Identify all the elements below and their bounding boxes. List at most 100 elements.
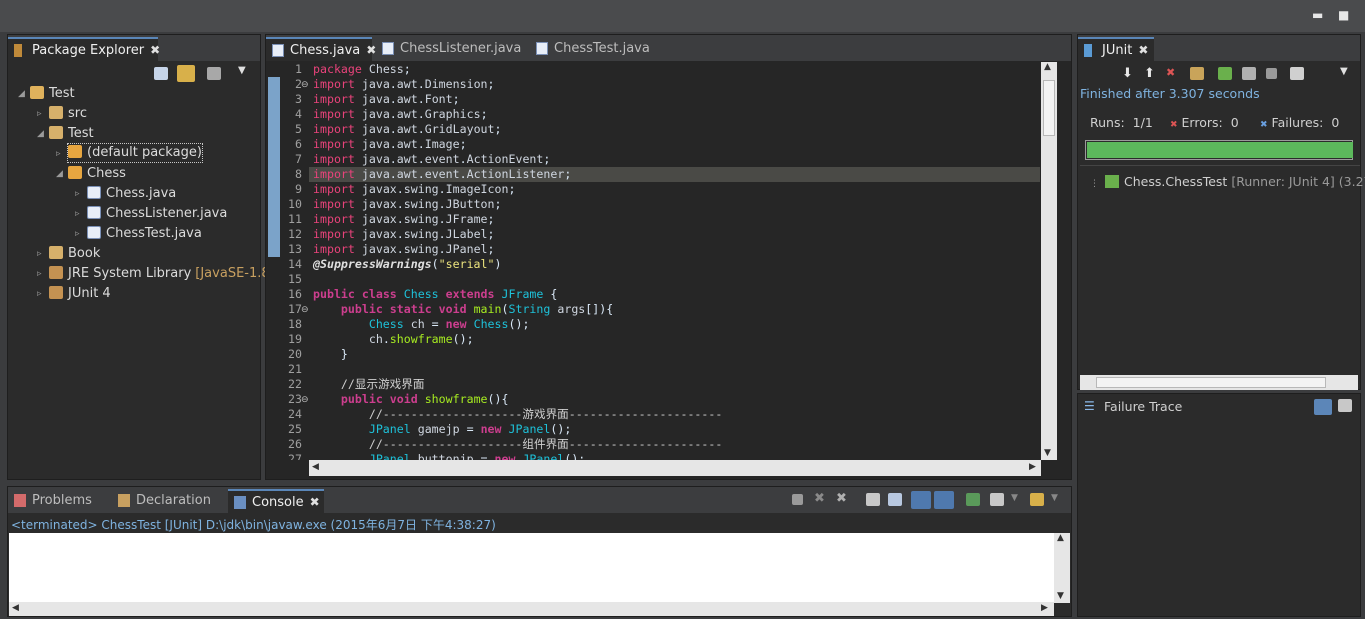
rerun-failed-first-icon[interactable] [1242,67,1256,80]
junit-horizontal-scrollbar[interactable] [1080,375,1358,390]
scroll-left-icon[interactable]: ◀ [12,603,19,613]
open-console-icon[interactable] [1030,493,1044,506]
tree-item[interactable]: JUnit 4 [49,284,111,304]
scroll-lock-icon[interactable] [888,493,902,506]
line-number: 17 [288,302,302,316]
remove-all-terminated-icon[interactable]: ✖ [836,491,847,506]
minimize-icon[interactable]: ▬ [1312,8,1323,22]
editor-horizontal-scrollbar[interactable]: ◀ ▶ [309,460,1041,476]
tree-item[interactable]: src [49,104,87,124]
tree-expand-icon[interactable]: ▹ [75,189,80,199]
close-icon[interactable]: ✖ [310,495,320,509]
next-failure-icon[interactable]: ⬇ [1122,66,1133,81]
remove-launch-icon[interactable]: ✖ [814,491,825,506]
tree-item[interactable]: ChessTest.java [87,224,202,244]
scrollbar-thumb[interactable] [1043,80,1055,136]
scroll-up-icon[interactable]: ▲ [1044,62,1051,72]
link-editor-icon[interactable] [177,65,195,82]
pin-console-icon[interactable] [966,493,980,506]
scroll-right-icon[interactable]: ▶ [1041,603,1048,613]
fold-collapse-icon[interactable]: ⊖ [301,305,309,315]
tab-console[interactable]: Console ✖ [228,489,324,513]
package-icon [68,166,82,179]
close-icon[interactable]: ✖ [1138,43,1148,57]
tree-expand-icon[interactable]: ▹ [75,229,80,239]
scroll-down-icon[interactable]: ▼ [1057,591,1064,601]
compare-results-icon[interactable] [1338,399,1352,412]
tab-chesstest-java[interactable]: ChessTest.java [530,37,660,61]
tree-item[interactable]: Test [30,84,75,104]
tree-expand-icon[interactable]: ◢ [56,169,63,179]
test-run-history-icon[interactable] [1290,67,1304,80]
tab-package-explorer[interactable]: Package Explorer ✖ [8,37,160,61]
previous-failure-icon[interactable]: ⬆ [1144,66,1155,81]
rerun-test-icon[interactable] [1218,67,1232,80]
line-number: 7 [295,152,302,166]
code-text: package Chess; import java.awt.Dimension… [313,62,723,460]
tab-junit[interactable]: JUnit ✖ [1078,37,1154,61]
tree-item[interactable]: Book [49,244,100,264]
close-icon[interactable]: ✖ [150,43,160,57]
chevron-down-icon[interactable]: ▼ [1340,66,1348,77]
tree-expand-icon[interactable]: ◢ [37,129,44,139]
console-vertical-scrollbar[interactable]: ▲ ▼ [1054,533,1070,603]
tab-chess-java[interactable]: Chess.java ✖ [266,37,376,61]
junit-panel: JUnit ✖ ⬇ ⬆ ✖ ▼ Finished after 3.307 seco… [1077,34,1365,390]
scroll-left-icon[interactable]: ◀ [312,462,319,472]
tab-chesslistener-java[interactable]: ChessListener.java [376,37,526,61]
line-number: 8 [295,167,302,181]
tree-expand-icon[interactable]: ▹ [37,289,42,299]
fold-collapse-icon[interactable]: ⊖ [301,395,309,405]
word-wrap-icon[interactable] [911,491,931,509]
stop-icon[interactable] [1266,68,1277,79]
filter-stack-trace-icon[interactable] [1314,399,1332,415]
tree-item-label: Test [49,86,75,101]
scroll-lock-icon[interactable] [1190,67,1204,80]
console-output-area[interactable] [9,533,1054,603]
tree-item[interactable]: JRE System Library [JavaSE-1.8] [49,264,275,284]
scroll-down-icon[interactable]: ▼ [1044,448,1051,458]
close-icon[interactable]: ✖ [366,43,376,57]
line-number: 26 [288,437,302,451]
console-horizontal-scrollbar[interactable]: ◀ ▶ [9,602,1054,616]
chevron-down-icon[interactable]: ▼ [238,65,246,76]
maximize-icon[interactable]: ■ [1338,8,1349,22]
tree-expand-icon[interactable]: ▹ [37,269,42,279]
test-result-row[interactable]: ⋮ Chess.ChessTest [Runner: JUnit 4] (3.27… [1090,174,1365,189]
tree-item[interactable]: Chess.java [87,184,176,204]
show-failures-only-icon[interactable]: ✖ [1166,66,1175,79]
tree-expand-icon[interactable]: ▹ [37,249,42,259]
console-status-line: <terminated> ChessTest [JUnit] D:\jdk\bi… [11,518,496,532]
tree-item[interactable]: (default package) [67,143,203,163]
scrollbar-thumb[interactable] [1096,377,1326,388]
clear-console-icon[interactable] [866,493,880,506]
chevron-down-icon[interactable]: ▼ [1011,493,1018,503]
collapse-all-icon[interactable] [154,67,168,80]
tree-expand-icon[interactable]: ▹ [56,149,61,159]
tree-item[interactable]: Chess [68,164,126,184]
tab-declaration[interactable]: Declaration [112,489,224,513]
tree-expand-icon[interactable]: ◢ [18,89,25,99]
fold-collapse-icon[interactable]: ⊖ [301,80,309,90]
line-number: 2 [295,77,302,91]
line-number: 20 [288,347,302,361]
view-menu-filter-icon[interactable] [207,67,221,80]
failure-trace-icon: ☰ [1084,399,1095,413]
code-viewport[interactable]: package Chess; import java.awt.Dimension… [309,62,1040,460]
tree-expand-icon[interactable]: ▹ [37,109,42,119]
editor-vertical-scrollbar[interactable]: ▲ ▼ [1041,62,1057,460]
show-console-on-output-icon[interactable] [934,491,954,509]
display-selected-console-icon[interactable] [990,493,1004,506]
tree-item[interactable]: Test [49,124,94,144]
tree-expand-icon[interactable]: ▹ [75,209,80,219]
tab-problems[interactable]: Problems [8,489,108,513]
chevron-down-icon[interactable]: ▼ [1051,493,1058,503]
source-folder-icon [49,246,63,259]
terminate-icon[interactable] [792,494,803,505]
tree-item[interactable]: ChessListener.java [87,204,227,224]
line-number: 12 [288,227,302,241]
scroll-up-icon[interactable]: ▲ [1057,533,1064,543]
tree-item-label: Chess.java [106,186,177,201]
tree-item-label: Book [68,246,101,261]
scroll-right-icon[interactable]: ▶ [1029,462,1036,472]
